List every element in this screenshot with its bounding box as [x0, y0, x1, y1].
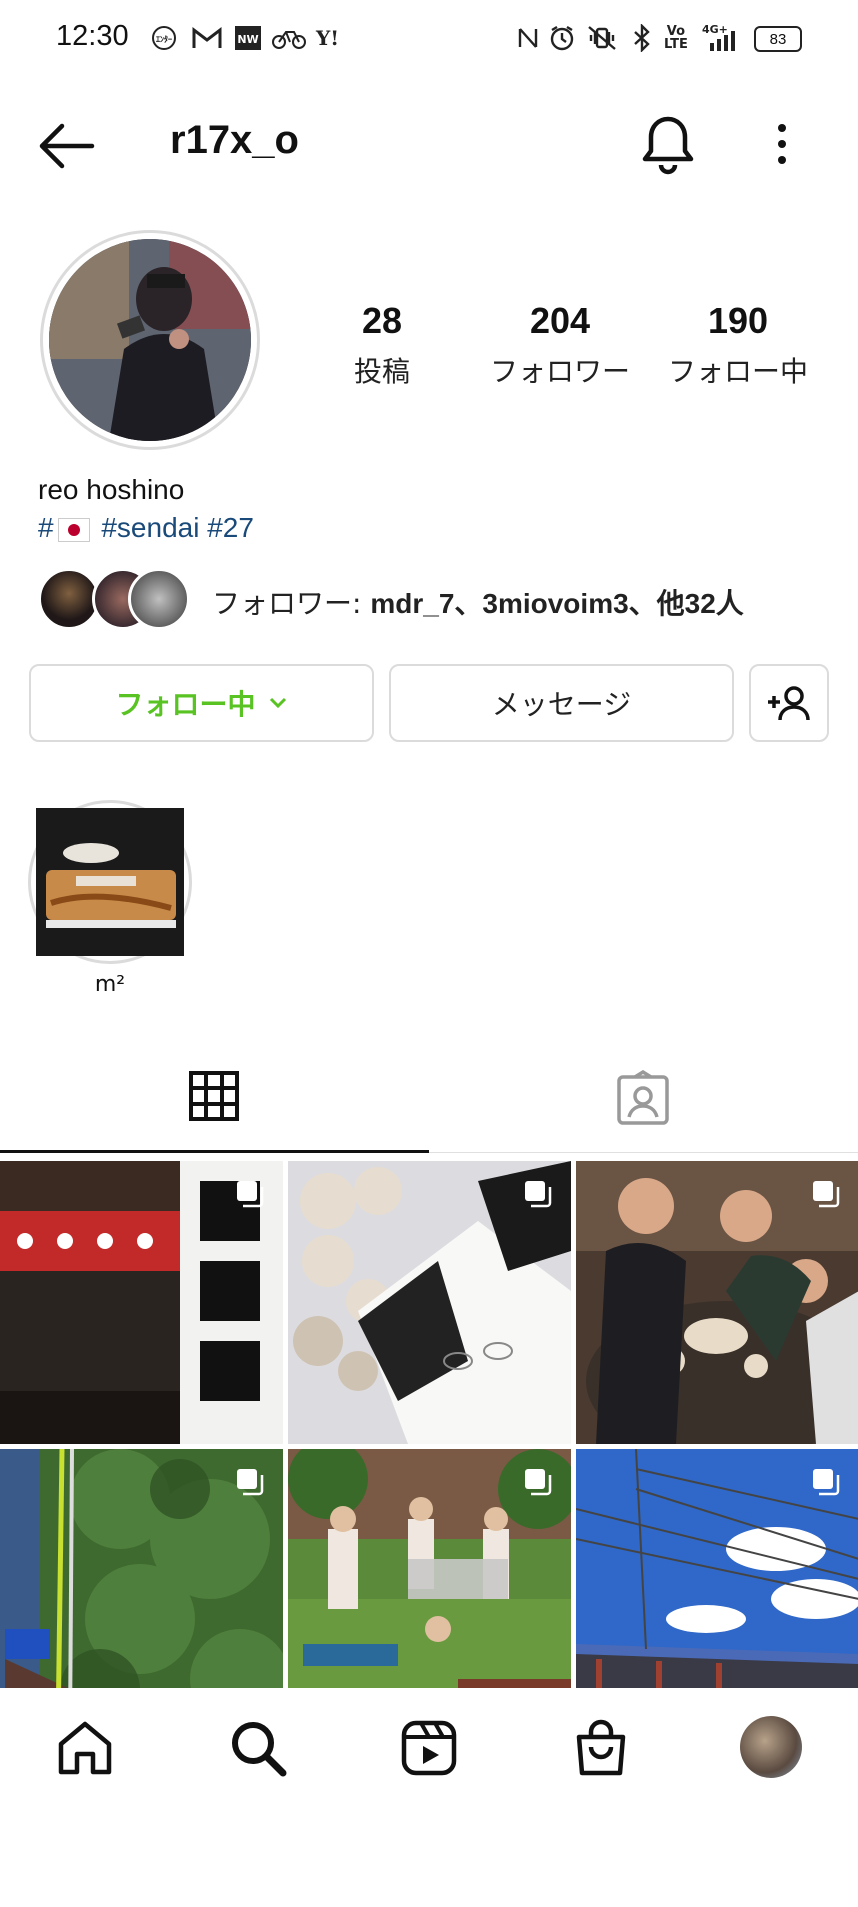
multiple-photos-icon	[525, 1181, 552, 1208]
multiple-photos-icon	[237, 1469, 264, 1496]
stat-following[interactable]: 190 フォロー中	[648, 300, 828, 390]
bicycle-icon	[272, 22, 306, 54]
stat-followers-label: フォロワー	[489, 355, 630, 388]
status-time: 12:30	[56, 20, 129, 52]
profile-avatar[interactable]	[49, 239, 251, 441]
svg-text:4G+: 4G+	[702, 23, 728, 36]
tagged-tab-icon[interactable]	[616, 1069, 670, 1126]
alarm-icon	[548, 22, 576, 54]
post-thumbnail-2[interactable]	[288, 1161, 571, 1444]
yahoo-icon: Y!	[316, 26, 340, 50]
home-icon[interactable]	[55, 1718, 115, 1778]
bio-hash[interactable]: #	[38, 512, 54, 543]
japan-flag-icon	[57, 517, 90, 542]
followed-by-text[interactable]: フォロワー: mdr_7、3miovoim3、他32人	[212, 582, 744, 622]
post-thumbnail-1[interactable]	[0, 1161, 283, 1444]
multiple-photos-icon	[813, 1181, 840, 1208]
nfc-icon	[516, 22, 540, 54]
add-person-icon	[768, 686, 810, 721]
stat-following-label: フォロー中	[667, 355, 808, 388]
multiple-photos-icon	[237, 1181, 264, 1208]
chevron-down-icon	[269, 697, 286, 709]
shop-icon[interactable]	[571, 1718, 631, 1778]
app-notification-icon: ｴﾝﾀｰ	[150, 22, 178, 54]
signal-icon: 4G+	[702, 22, 738, 54]
multiple-photos-icon	[525, 1469, 552, 1496]
following-button-label: フォロー中	[115, 688, 256, 721]
active-tab-indicator	[0, 1150, 429, 1153]
grid-tab-icon[interactable]	[188, 1070, 240, 1122]
bell-icon[interactable]	[640, 113, 696, 175]
post-thumbnail-3[interactable]	[576, 1161, 858, 1444]
status-bar: 12:30 ｴﾝﾀｰ NW Y! Vo LTE 4G+ 83	[0, 0, 858, 76]
stat-posts-count: 28	[361, 300, 403, 341]
followed-by-names: mdr_7、3miovoim3、他32人	[370, 588, 744, 619]
multiple-photos-icon	[813, 1469, 840, 1496]
stat-posts[interactable]: 28 投稿	[292, 300, 472, 390]
svg-text:NW: NW	[237, 33, 258, 46]
profile-name: reo hoshino	[38, 474, 185, 505]
mutual-avatar-3[interactable]	[128, 568, 190, 630]
following-button[interactable]: フォロー中	[29, 664, 374, 742]
stat-following-count: 190	[707, 300, 769, 341]
nw-app-icon: NW	[234, 22, 262, 54]
volte-icon: Vo LTE	[664, 24, 688, 52]
svg-text:ｴﾝﾀｰ: ｴﾝﾀｰ	[156, 34, 172, 44]
story-highlight-image[interactable]	[36, 808, 184, 956]
more-vertical-icon[interactable]	[768, 118, 796, 174]
profile-bio: # #sendai #27	[38, 512, 254, 544]
bio-hashtags[interactable]: #sendai #27	[101, 512, 254, 543]
message-button-label: メッセージ	[491, 688, 632, 721]
profile-tab-avatar[interactable]	[740, 1716, 802, 1778]
stat-posts-label: 投稿	[353, 355, 410, 388]
bluetooth-icon	[632, 22, 652, 54]
message-button[interactable]: メッセージ	[389, 664, 734, 742]
followed-by-prefix: フォロワー:	[212, 587, 371, 620]
profile-username: r17x_o	[170, 118, 299, 162]
suggest-users-button[interactable]	[749, 664, 829, 742]
story-highlight-label: m²	[94, 972, 126, 997]
mutual-avatar-1[interactable]	[38, 568, 100, 630]
reels-icon[interactable]	[399, 1718, 459, 1778]
vibrate-mute-icon	[586, 22, 618, 54]
battery-indicator: 83	[754, 26, 802, 52]
stat-followers-count: 204	[529, 300, 591, 341]
search-icon[interactable]	[228, 1718, 288, 1778]
stat-followers[interactable]: 204 フォロワー	[470, 300, 650, 390]
gmail-icon	[192, 22, 222, 54]
back-arrow-icon[interactable]	[36, 118, 96, 174]
